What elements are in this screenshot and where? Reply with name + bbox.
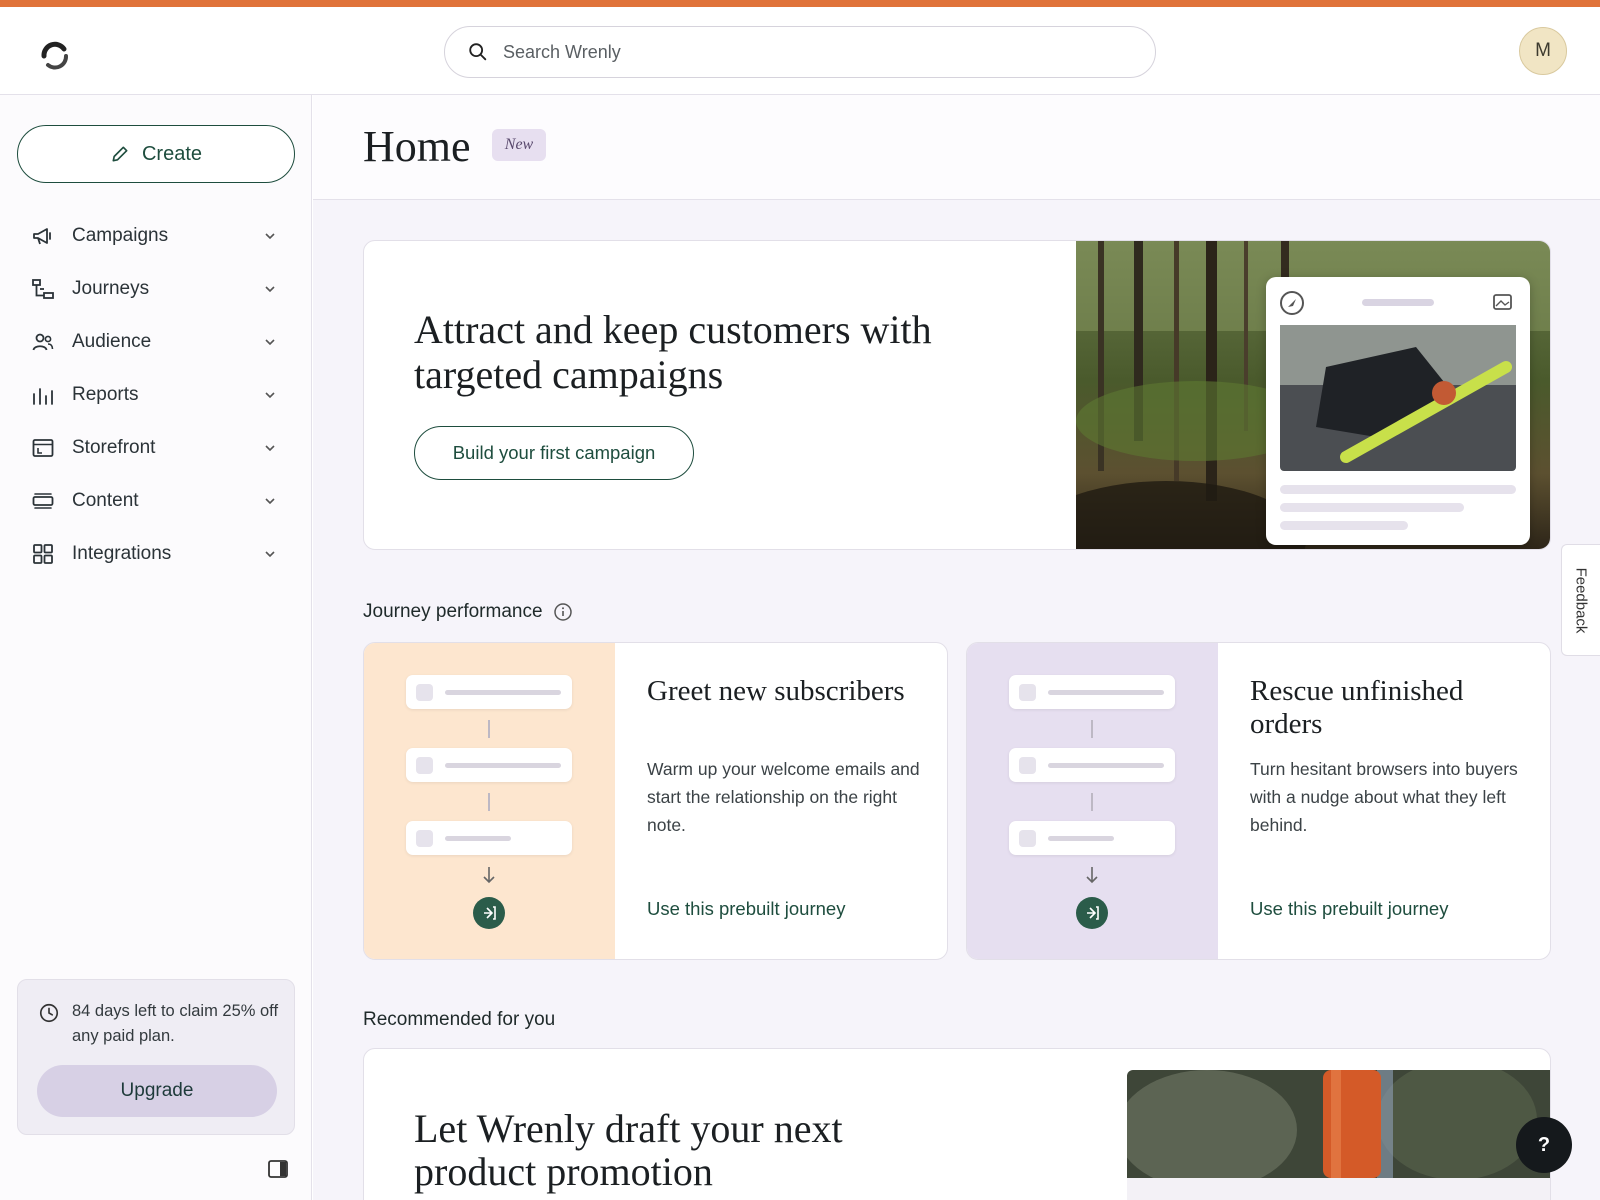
- recommended-heading: Recommended for you: [363, 1009, 555, 1031]
- chevron-down-icon[interactable]: [262, 334, 278, 350]
- journey-flow-illustration: [364, 643, 615, 959]
- wrenly-logo-icon[interactable]: [38, 39, 72, 73]
- chevron-down-icon[interactable]: [262, 228, 278, 244]
- use-prebuilt-journey-link[interactable]: Use this prebuilt journey: [1250, 898, 1448, 920]
- journey-card-greet-subscribers[interactable]: Greet new subscribers Warm up your welco…: [363, 642, 948, 960]
- help-button[interactable]: ?: [1516, 1117, 1572, 1173]
- promo-text: 84 days left to claim 25% off any paid p…: [72, 1002, 279, 1045]
- sidebar-item-label: Storefront: [72, 436, 156, 458]
- recommended-card-title: Let Wrenly draft your next product promo…: [414, 1106, 843, 1194]
- campaign-preview-mockup: [1266, 277, 1530, 545]
- chevron-down-icon[interactable]: [262, 440, 278, 456]
- journey-card-rescue-orders[interactable]: Rescue unfinished orders Turn hesitant b…: [966, 642, 1551, 960]
- forest-image: [1076, 241, 1550, 549]
- sidebar-item-journeys[interactable]: Journeys: [0, 262, 312, 315]
- info-icon[interactable]: [553, 602, 573, 622]
- chevron-down-icon[interactable]: [262, 387, 278, 403]
- arrow-down-icon: [483, 867, 495, 884]
- clock-icon: [39, 1003, 59, 1023]
- build-campaign-button[interactable]: Build your first campaign: [414, 426, 694, 480]
- user-avatar[interactable]: M: [1519, 27, 1567, 75]
- sidebar: Create Campaigns Journeys Audience Repor…: [0, 95, 312, 1200]
- page-header: Home New: [313, 95, 1600, 200]
- sidebar-item-reports[interactable]: Reports: [0, 368, 312, 421]
- sidebar-item-audience[interactable]: Audience: [0, 315, 312, 368]
- goal-icon: [473, 897, 505, 929]
- new-badge: New: [492, 129, 546, 161]
- chevron-down-icon[interactable]: [262, 493, 278, 509]
- storefront-icon: [31, 436, 55, 460]
- use-prebuilt-journey-link[interactable]: Use this prebuilt journey: [647, 898, 845, 920]
- main-content: Home New Attract and keep customers with…: [313, 95, 1600, 1200]
- recommended-title: Recommended for you: [363, 1009, 556, 1030]
- sidebar-item-integrations[interactable]: Integrations: [0, 527, 312, 580]
- page-title: Home: [363, 122, 471, 171]
- journey-card-title: Greet new subscribers: [647, 675, 905, 707]
- create-button[interactable]: Create: [17, 125, 295, 183]
- product-bottle-image: [1127, 1070, 1550, 1200]
- megaphone-icon: [31, 224, 55, 248]
- hero-title: Attract and keep customers with targeted…: [414, 307, 932, 397]
- pencil-icon: [112, 146, 128, 162]
- search-bar[interactable]: [444, 26, 1156, 78]
- journey-flow-illustration: [967, 643, 1218, 959]
- content-icon: [31, 489, 55, 513]
- feedback-label: Feedback: [1572, 567, 1590, 633]
- chevron-down-icon[interactable]: [262, 281, 278, 297]
- grid-icon: [31, 542, 55, 566]
- arrow-down-icon: [1086, 867, 1098, 884]
- journey-card-description: Warm up your welcome emails and start th…: [647, 759, 920, 835]
- sidebar-item-label: Audience: [72, 330, 152, 352]
- bar-chart-icon: [31, 383, 55, 407]
- sidebar-item-storefront[interactable]: Storefront: [0, 421, 312, 474]
- search-icon: [469, 43, 487, 61]
- sidebar-item-label: Journeys: [72, 277, 150, 299]
- top-bar: M: [0, 7, 1600, 95]
- sidebar-item-label: Campaigns: [72, 224, 169, 246]
- sidebar-item-label: Content: [72, 489, 139, 511]
- journey-performance-title: Journey performance: [363, 601, 543, 622]
- collapse-sidebar-icon[interactable]: [268, 1160, 288, 1178]
- sidebar-item-label: Reports: [72, 383, 139, 405]
- people-icon: [31, 330, 55, 354]
- create-label: Create: [141, 142, 203, 165]
- journey-card-description: Turn hesitant browsers into buyers with …: [1250, 759, 1518, 835]
- search-input[interactable]: [503, 41, 1103, 63]
- goal-icon: [1076, 897, 1108, 929]
- upgrade-promo-card: 84 days left to claim 25% off any paid p…: [17, 979, 295, 1135]
- hero-card: Attract and keep customers with targeted…: [363, 240, 1551, 550]
- journey-performance-heading: Journey performance: [363, 601, 573, 623]
- sidebar-item-campaigns[interactable]: Campaigns: [0, 209, 312, 262]
- sidebar-item-label: Integrations: [72, 542, 172, 564]
- feedback-tab[interactable]: Feedback: [1561, 544, 1600, 656]
- journey-card-title: Rescue unfinished orders: [1250, 675, 1464, 740]
- sidebar-nav: Campaigns Journeys Audience Reports Stor…: [0, 209, 312, 580]
- chevron-down-icon[interactable]: [262, 546, 278, 562]
- top-accent-bar: [0, 0, 1600, 7]
- upgrade-button[interactable]: Upgrade: [37, 1065, 277, 1117]
- recommended-card[interactable]: Let Wrenly draft your next product promo…: [363, 1048, 1551, 1200]
- sidebar-item-content[interactable]: Content: [0, 474, 312, 527]
- journey-icon: [31, 277, 55, 301]
